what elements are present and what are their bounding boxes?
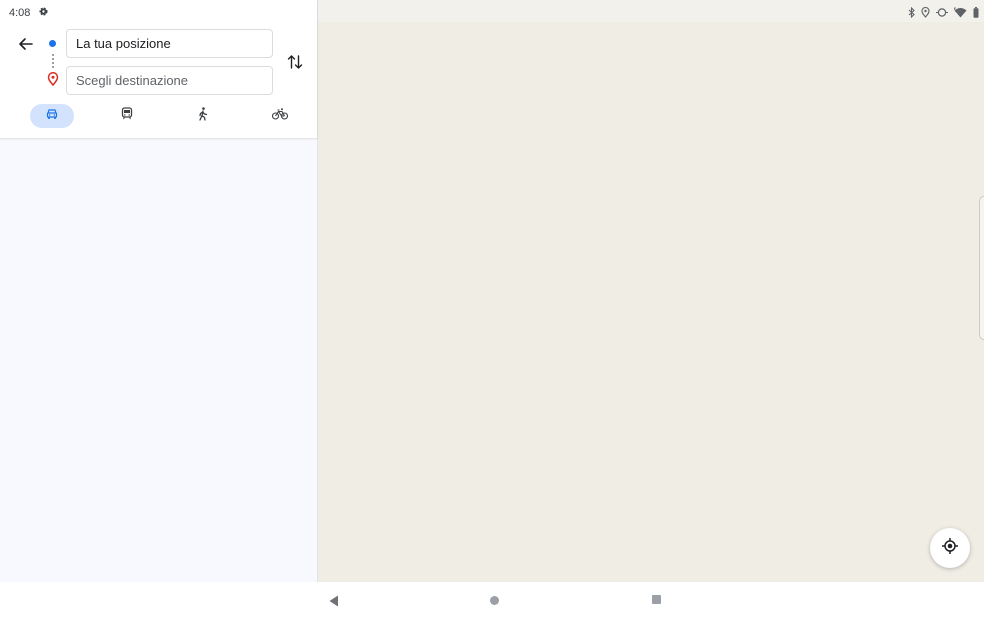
- settings-gear-icon: [38, 6, 49, 20]
- wifi-icon: [954, 7, 967, 18]
- location-icon: [921, 6, 930, 18]
- nav-recents-icon[interactable]: [652, 595, 661, 604]
- my-location-button[interactable]: [930, 528, 970, 568]
- status-time: 4:08: [9, 7, 31, 19]
- travel-mode-car[interactable]: [30, 104, 74, 128]
- origin-value: La tua posizione: [76, 36, 171, 51]
- origin-dot-icon: [49, 40, 56, 47]
- status-icons: [908, 6, 979, 18]
- status-bar-left: 4:08: [9, 6, 49, 20]
- destination-placeholder: Scegli destinazione: [76, 73, 189, 88]
- my-location-icon: [941, 537, 959, 560]
- directions-header: 4:08 La tua posizione Scegli destinazion…: [0, 0, 317, 138]
- map-canvas[interactable]: [318, 0, 984, 582]
- destination-pin-icon: [47, 71, 59, 87]
- nav-back-icon[interactable]: [329, 594, 339, 607]
- car-icon: [46, 107, 58, 125]
- bike-icon: [271, 107, 289, 125]
- travel-mode-walk[interactable]: [181, 104, 225, 128]
- battery-icon: [973, 6, 979, 18]
- travel-mode-bike[interactable]: [258, 104, 302, 128]
- walk-icon: [198, 106, 208, 126]
- data-saver-icon: [936, 7, 948, 18]
- travel-mode-transit[interactable]: [105, 104, 149, 128]
- nav-home-icon[interactable]: [490, 596, 499, 605]
- train-icon: [121, 107, 133, 125]
- map-side-handle[interactable]: [979, 196, 984, 340]
- swap-vertical-icon[interactable]: [287, 52, 303, 72]
- route-connector: [52, 54, 55, 68]
- bluetooth-icon: [908, 6, 915, 18]
- directions-panel: 4:08 La tua posizione Scegli destinazion…: [0, 0, 318, 582]
- destination-input[interactable]: Scegli destinazione: [66, 66, 273, 95]
- arrow-back-icon[interactable]: [16, 34, 36, 54]
- origin-input[interactable]: La tua posizione: [66, 29, 273, 58]
- status-bar-map-region: [318, 0, 984, 22]
